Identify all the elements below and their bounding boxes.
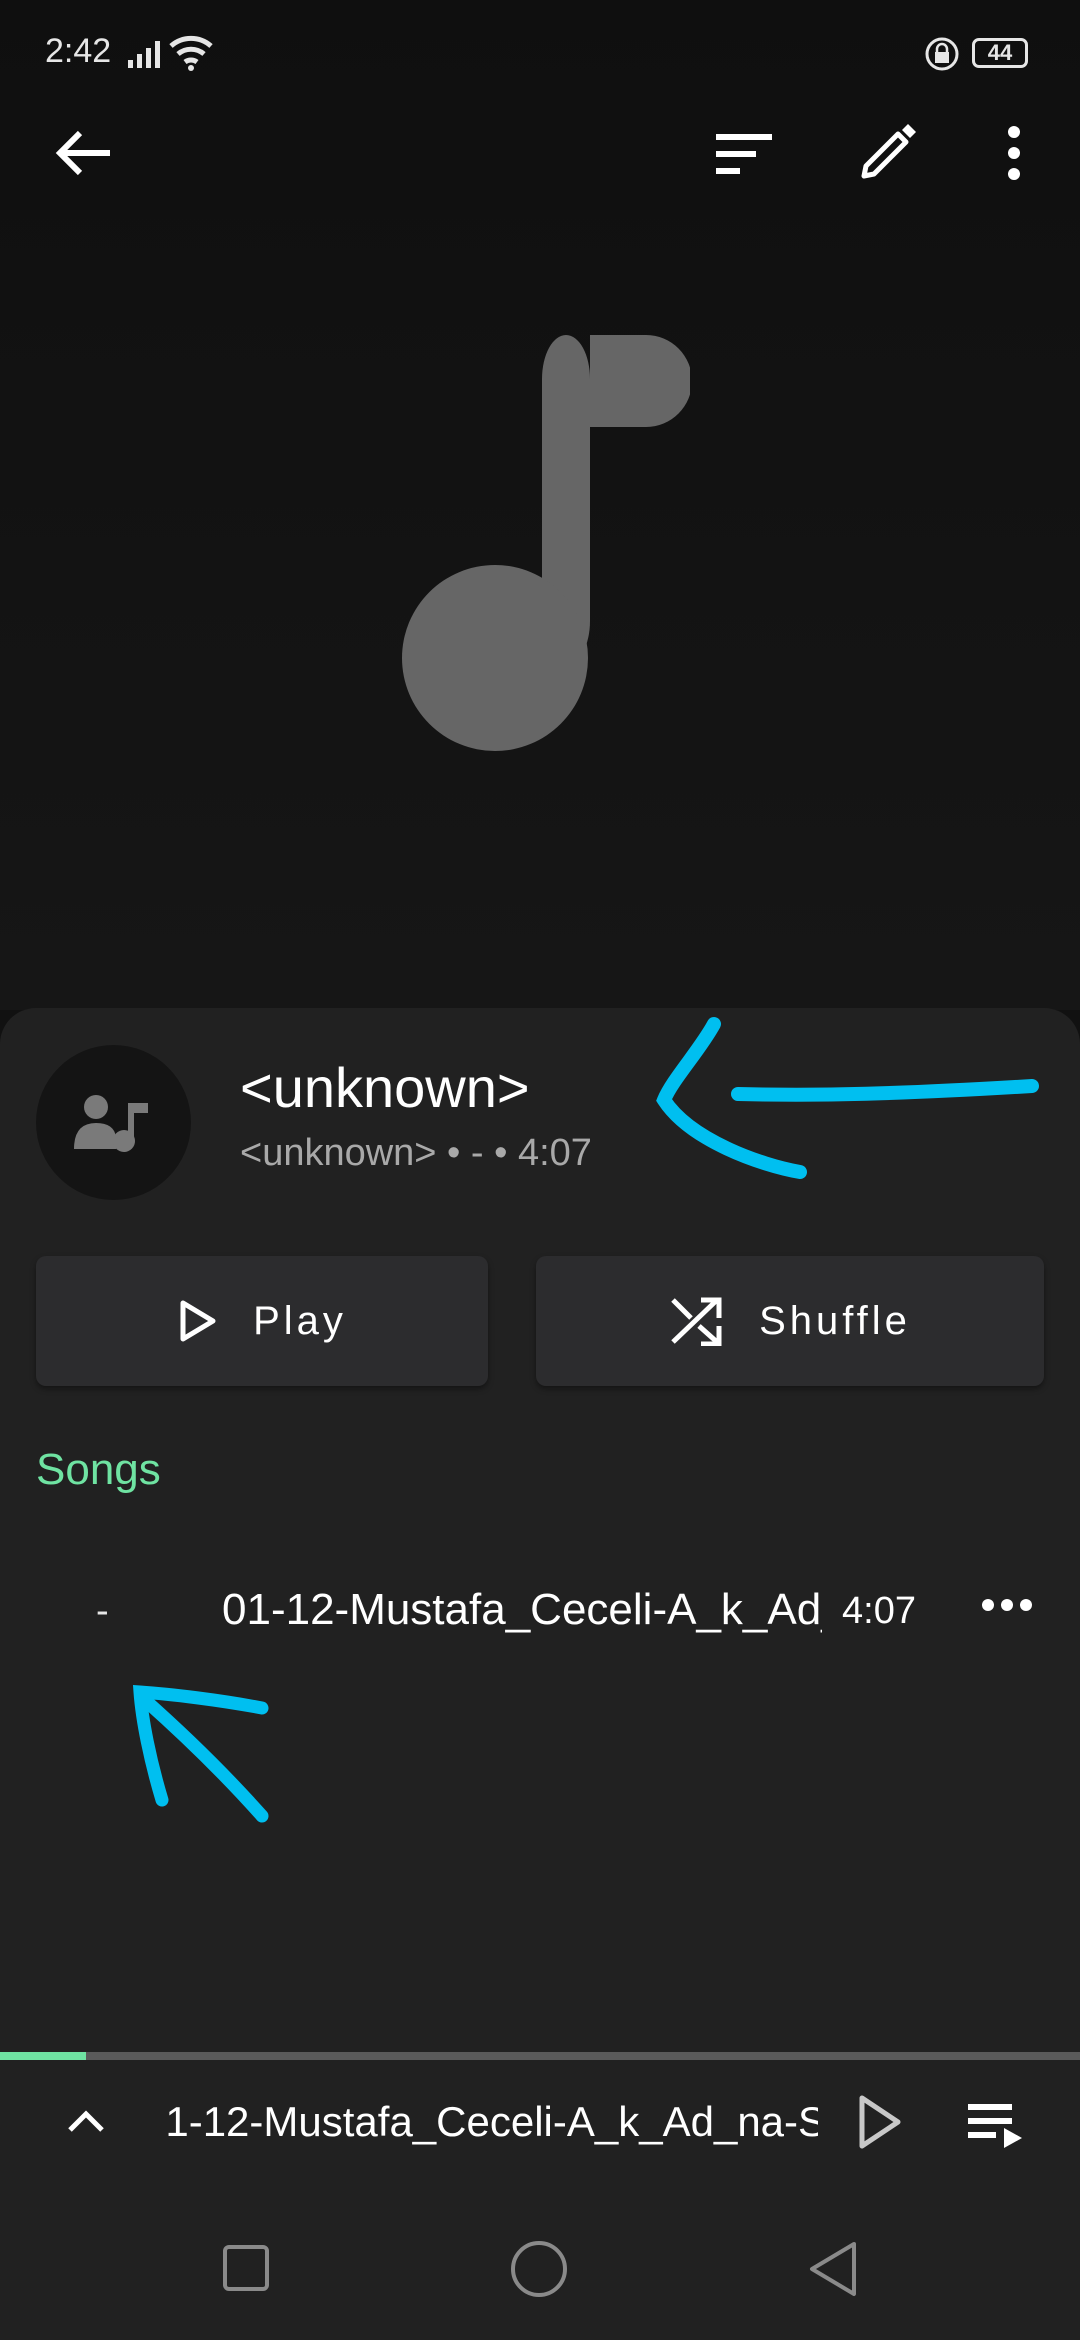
recents-square-icon[interactable]: [222, 2244, 270, 2292]
play-icon-mini[interactable]: [856, 2092, 904, 2152]
album-title: <unknown>: [240, 1056, 530, 1119]
songs-section-title: Songs: [36, 1445, 161, 1494]
shuffle-icon: [671, 1297, 722, 1346]
artist-avatar: [36, 1045, 191, 1200]
home-circle-icon[interactable]: [510, 2240, 568, 2298]
mini-player-title: 01-12-Mustafa_Ceceli-A_k_Ad_na-SMI: [168, 2098, 818, 2146]
track-title: 01-12-Mustafa_Ceceli-A_k_Ad_na-SMI: [222, 1585, 822, 1634]
wifi-icon: [169, 35, 213, 71]
back-triangle-icon[interactable]: [808, 2240, 858, 2298]
play-icon: [180, 1300, 216, 1342]
more-vert-icon[interactable]: [1004, 124, 1024, 182]
signal-icon: [128, 41, 160, 68]
chevron-up-icon[interactable]: [66, 2108, 106, 2134]
playback-progress-fill: [0, 2052, 87, 2060]
sort-icon[interactable]: [714, 132, 774, 176]
music-note-icon: [402, 335, 690, 751]
more-horiz-icon[interactable]: [980, 1597, 1034, 1613]
play-label: Play: [253, 1298, 347, 1343]
pencil-icon[interactable]: [858, 122, 918, 182]
artist-music-icon: [73, 1094, 148, 1152]
arrow-left-icon[interactable]: [54, 128, 114, 178]
playback-progress-track: [0, 2052, 1080, 2060]
lock-rotation-icon: [925, 37, 959, 71]
shuffle-label: Shuffle: [759, 1298, 911, 1343]
queue-icon[interactable]: [966, 2102, 1024, 2148]
track-duration: 4:07: [842, 1590, 916, 1632]
album-subtitle: <unknown> • - • 4:07: [240, 1132, 592, 1174]
battery-level: 44: [987, 40, 1013, 65]
play-button[interactable]: Play: [36, 1256, 488, 1386]
shuffle-button[interactable]: Shuffle: [536, 1256, 1044, 1386]
battery-icon: 44: [972, 38, 1028, 68]
track-number: -: [96, 1590, 109, 1632]
status-time: 2:42: [45, 32, 112, 70]
mini-player-title-text: 01-12-Mustafa_Ceceli-A_k_Ad_na-SMI: [168, 2098, 818, 2145]
